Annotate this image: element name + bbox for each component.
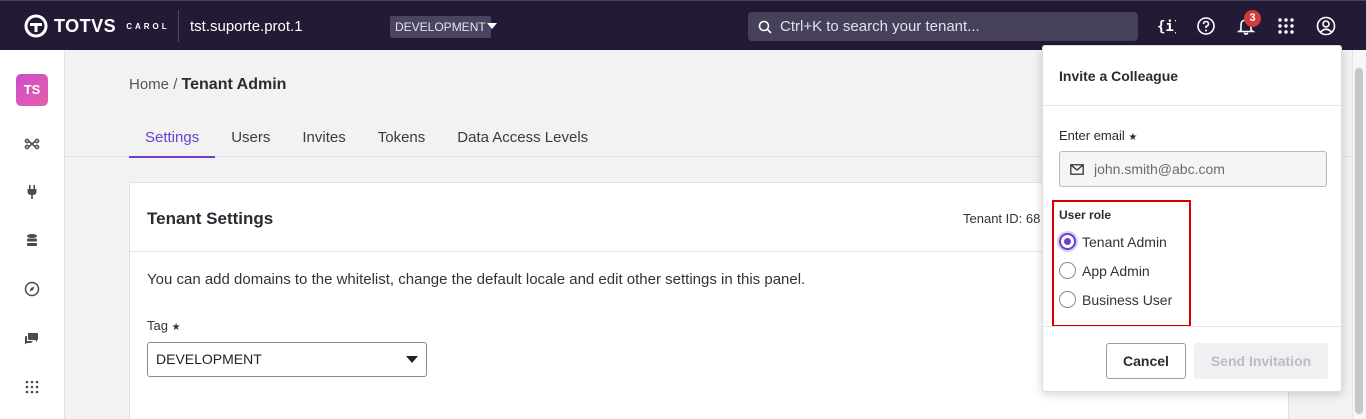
- tag-select[interactable]: DEVELOPMENT: [147, 342, 427, 377]
- email-field[interactable]: [1059, 151, 1327, 187]
- email-field-label: Enter email ★: [1059, 128, 1137, 143]
- email-input[interactable]: [1094, 161, 1314, 177]
- tab-users[interactable]: Users: [215, 118, 286, 158]
- role-option-business-user[interactable]: Business User: [1059, 291, 1172, 308]
- radio-unchecked-icon[interactable]: [1059, 291, 1076, 308]
- tenant-id-text: Tenant ID: 68: [963, 211, 1041, 226]
- tab-bar: Settings Users Invites Tokens Data Acces…: [129, 118, 604, 158]
- search-bar[interactable]: [748, 12, 1138, 41]
- tab-invites[interactable]: Invites: [286, 118, 361, 158]
- tag-select-value: DEVELOPMENT: [156, 351, 262, 367]
- popover-footer-divider: [1043, 326, 1341, 327]
- logo-text: TOTVS: [54, 15, 117, 36]
- user-account-icon[interactable]: [1315, 15, 1337, 37]
- breadcrumb-current: Tenant Admin: [181, 76, 287, 93]
- code-braces-icon[interactable]: {i}: [1155, 15, 1177, 37]
- logo-subtext: CAROL: [126, 21, 170, 31]
- caret-down-icon: [406, 356, 418, 363]
- radio-checked-icon[interactable]: [1059, 233, 1076, 250]
- required-star-icon: ★: [171, 322, 181, 333]
- tab-settings[interactable]: Settings: [129, 118, 216, 158]
- required-star-icon: ★: [1128, 132, 1138, 143]
- caret-down-icon[interactable]: [487, 23, 497, 29]
- mail-icon: [1070, 163, 1084, 175]
- notification-count-badge: 3: [1244, 10, 1261, 27]
- breadcrumb-home-link[interactable]: Home: [129, 76, 169, 93]
- role-option-label: App Admin: [1082, 262, 1150, 279]
- totvs-logo-icon: [24, 14, 48, 38]
- popover-title: Invite a Colleague: [1059, 68, 1179, 84]
- role-option-tenant-admin[interactable]: Tenant Admin: [1059, 233, 1167, 250]
- send-invitation-button[interactable]: Send Invitation: [1194, 343, 1328, 379]
- totvs-logo[interactable]: TOTVS CAROL: [24, 14, 170, 38]
- role-option-label: Tenant Admin: [1082, 233, 1167, 250]
- tag-field-label: Tag ★: [147, 318, 181, 333]
- tab-data-access-levels[interactable]: Data Access Levels: [441, 118, 604, 158]
- connectors-icon[interactable]: [22, 134, 42, 154]
- compass-icon[interactable]: [22, 279, 42, 299]
- topbar-divider: [178, 10, 179, 42]
- cancel-button[interactable]: Cancel: [1106, 343, 1186, 379]
- invite-colleague-popover: Invite a Colleague Enter email ★ User ro…: [1042, 45, 1342, 392]
- tab-tokens[interactable]: Tokens: [362, 118, 442, 158]
- database-icon[interactable]: [22, 231, 42, 251]
- svg-text:{i}: {i}: [1157, 19, 1176, 35]
- breadcrumb: Home / Tenant Admin: [129, 76, 286, 94]
- apps-grid-icon[interactable]: [1275, 15, 1297, 37]
- sidebar: TS: [0, 50, 65, 419]
- top-bar: TOTVS CAROL tst.suporte.prot.1 DEVELOPME…: [0, 0, 1366, 50]
- chat-icon[interactable]: [22, 328, 42, 348]
- role-option-app-admin[interactable]: App Admin: [1059, 262, 1150, 279]
- search-input[interactable]: [780, 18, 1120, 35]
- page-scrollbar-thumb[interactable]: [1355, 68, 1363, 414]
- tag-label-text: Tag: [147, 318, 168, 333]
- plug-icon[interactable]: [22, 182, 42, 202]
- help-icon[interactable]: [1195, 15, 1217, 37]
- user-role-label: User role: [1059, 208, 1112, 222]
- breadcrumb-separator: /: [173, 76, 178, 93]
- card-title: Tenant Settings: [147, 209, 274, 228]
- email-label-text: Enter email: [1059, 128, 1125, 143]
- radio-unchecked-icon[interactable]: [1059, 262, 1076, 279]
- role-option-label: Business User: [1082, 291, 1173, 308]
- popover-divider: [1043, 105, 1341, 106]
- card-description: You can add domains to the whitelist, ch…: [147, 271, 806, 288]
- apps-icon[interactable]: [22, 377, 42, 397]
- environment-badge[interactable]: DEVELOPMENT: [390, 16, 491, 38]
- search-icon: [758, 20, 772, 34]
- tenant-avatar[interactable]: TS: [16, 74, 48, 106]
- tenant-name[interactable]: tst.suporte.prot.1: [190, 18, 303, 35]
